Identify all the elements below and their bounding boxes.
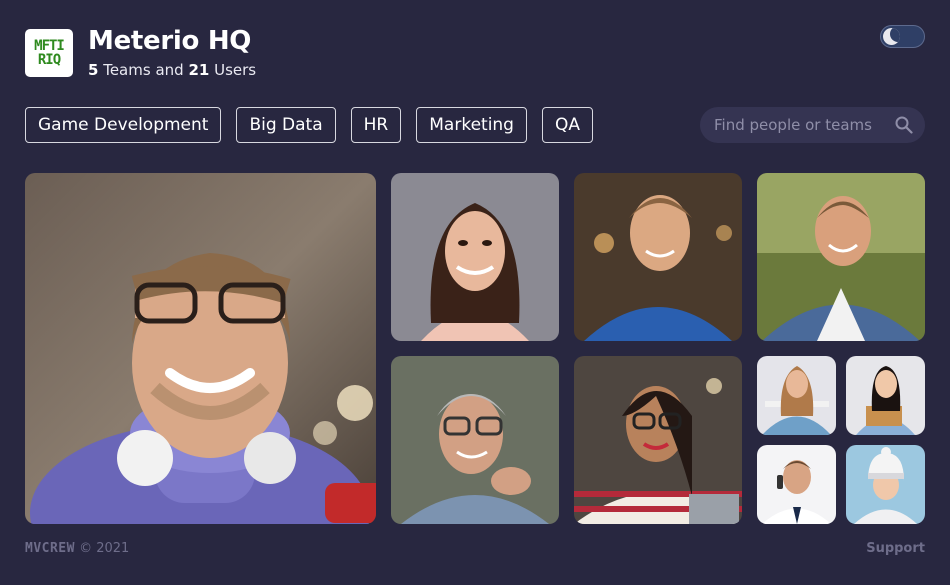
tag-hr[interactable]: HR <box>350 107 402 143</box>
member-photo-2[interactable] <box>391 173 559 341</box>
member-photo-9[interactable] <box>757 445 836 524</box>
users-count: 21 <box>188 61 210 79</box>
member-photo-5[interactable] <box>391 356 559 524</box>
tag-big-data[interactable]: Big Data <box>236 107 336 143</box>
member-photo-8[interactable] <box>846 356 925 435</box>
search-input[interactable] <box>714 116 884 134</box>
member-photo-7[interactable] <box>757 356 836 435</box>
team-user-summary: 5 Teams and 21 Users <box>88 61 256 79</box>
member-photo-3[interactable] <box>574 173 742 341</box>
tag-marketing[interactable]: Marketing <box>416 107 527 143</box>
member-photo-6[interactable] <box>574 356 742 524</box>
footer-year: © 2021 <box>79 541 130 556</box>
search-box <box>700 107 925 143</box>
company-logo[interactable]: MFTI RIQ <box>25 29 73 77</box>
footer-brand: MVCREW <box>25 541 75 556</box>
title-block: Meterio HQ 5 Teams and 21 Users <box>88 27 256 79</box>
footer-copyright: MVCREW © 2021 <box>25 541 129 556</box>
app-header: MFTI RIQ Meterio HQ 5 Teams and 21 Users <box>25 27 256 79</box>
teams-label: Teams and <box>103 61 184 79</box>
search-icon[interactable] <box>895 116 913 134</box>
support-link[interactable]: Support <box>866 541 925 556</box>
team-filter-tags: Game Development Big Data HR Marketing Q… <box>25 107 593 143</box>
member-photo-10[interactable] <box>846 445 925 524</box>
moon-icon <box>883 28 900 45</box>
logo-line-2: RIQ <box>37 52 61 68</box>
page-title: Meterio HQ <box>88 26 252 56</box>
member-photo-featured[interactable] <box>25 173 376 524</box>
member-photo-4[interactable] <box>757 173 925 341</box>
users-label: Users <box>214 61 257 79</box>
teams-count: 5 <box>88 61 99 79</box>
tag-game-development[interactable]: Game Development <box>25 107 222 143</box>
tag-qa[interactable]: QA <box>541 107 593 143</box>
theme-toggle[interactable] <box>880 25 925 48</box>
logo-line-1: MFTI <box>34 38 65 54</box>
